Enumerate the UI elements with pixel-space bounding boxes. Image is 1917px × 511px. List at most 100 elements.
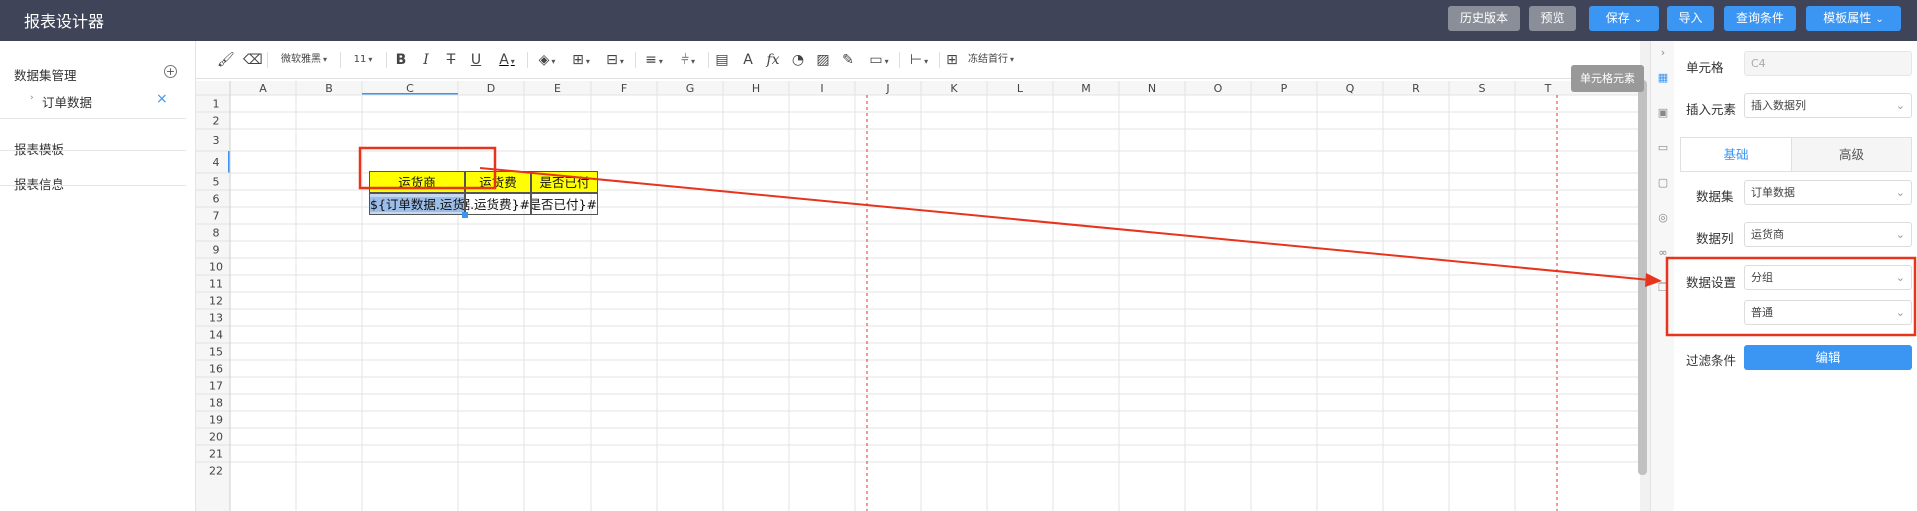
cell-c3[interactable]: 运货商: [369, 171, 465, 193]
cell-grid[interactable]: A B C D E F G H I J K L M N O P Q R S T 1 2 3 4 5 6 7 8 9 10 11 12 13 14 1…: [196, 81, 1640, 511]
dataset-order-data[interactable]: 订单数据: [42, 92, 92, 111]
font-color-icon[interactable]: A ▾: [493, 50, 521, 70]
image-icon[interactable]: ▨: [815, 50, 831, 70]
bold-icon[interactable]: B: [393, 50, 409, 70]
close-icon[interactable]: ×: [156, 91, 168, 107]
row-height-icon[interactable]: ⊢ ▾: [905, 50, 933, 70]
link-icon[interactable]: ∞: [1656, 246, 1670, 260]
row-header-13[interactable]: 13: [209, 312, 223, 325]
row-header-18[interactable]: 18: [209, 397, 223, 410]
database-icon[interactable]: ◎: [1656, 211, 1670, 225]
eraser-icon[interactable]: ⌫: [243, 50, 263, 70]
row-header-12[interactable]: 12: [209, 295, 223, 308]
cell-properties-icon[interactable]: ▦: [1656, 71, 1670, 85]
column-header-G[interactable]: G: [686, 82, 695, 95]
fill-color-icon[interactable]: ◈ ▾: [533, 50, 561, 70]
template-properties-button[interactable]: 模板属性 ⌄: [1806, 6, 1901, 31]
edit-filter-button[interactable]: 编辑: [1744, 345, 1912, 370]
column-header-S[interactable]: S: [1479, 82, 1486, 95]
column-header-I[interactable]: I: [820, 82, 823, 95]
data-setting-mode-select[interactable]: 普通 ⌄: [1744, 300, 1912, 325]
report-info-section[interactable]: 报表信息: [14, 174, 64, 193]
import-button[interactable]: 导入: [1667, 6, 1714, 31]
align-horizontal-icon[interactable]: ≡ ▾: [640, 50, 668, 70]
cell-d3[interactable]: 运货费: [465, 171, 531, 193]
save-template-icon[interactable]: ▣: [1656, 106, 1670, 120]
row-header-14[interactable]: 14: [209, 329, 223, 342]
insert-dataset-icon[interactable]: ▤: [714, 50, 730, 70]
cell-e4[interactable]: #{订单数据.是否已付}: [531, 193, 598, 215]
cell-c4[interactable]: ${订单数据.运货商}: [369, 193, 465, 215]
cell-e3[interactable]: 是否已付: [531, 171, 598, 193]
column-header-E[interactable]: E: [554, 82, 561, 95]
format-painter-icon[interactable]: 🖌: [217, 50, 235, 70]
chart-icon[interactable]: ◔: [790, 50, 806, 70]
freeze-icon[interactable]: ⊞: [944, 50, 960, 70]
font-size-select[interactable]: 11 ▾: [345, 50, 381, 70]
column-header-L[interactable]: L: [1017, 82, 1024, 95]
data-setting-group-select[interactable]: 分组 ⌄: [1744, 265, 1912, 290]
row-header-5[interactable]: 5: [213, 176, 220, 189]
document-edit-icon[interactable]: ▢: [1656, 176, 1670, 190]
row-header-22[interactable]: 22: [209, 465, 223, 478]
preview-button[interactable]: 预览: [1529, 6, 1576, 31]
column-header-M[interactable]: M: [1081, 82, 1091, 95]
row-header-21[interactable]: 21: [209, 448, 223, 461]
merge-cells-icon[interactable]: ⊟ ▾: [601, 50, 629, 70]
row-header-20[interactable]: 20: [209, 431, 223, 444]
row-header-2[interactable]: 2: [213, 115, 220, 128]
column-header-R[interactable]: R: [1412, 82, 1420, 95]
function-icon[interactable]: fx: [765, 50, 781, 70]
column-header-A[interactable]: A: [259, 82, 267, 95]
row-header-1[interactable]: 1: [213, 98, 220, 111]
row-header-3[interactable]: 3: [213, 134, 220, 147]
column-header-N[interactable]: N: [1148, 82, 1156, 95]
column-header-P[interactable]: P: [1281, 82, 1288, 95]
comment-icon[interactable]: ▭ ▾: [865, 50, 893, 70]
brush-icon[interactable]: ✎: [840, 50, 856, 70]
column-header-Q[interactable]: Q: [1346, 82, 1355, 95]
tab-basic[interactable]: 基础: [1681, 138, 1791, 171]
cell-d4[interactable]: #{订单数据.运货费}: [465, 193, 531, 215]
report-templates-section[interactable]: 报表模板: [14, 139, 64, 158]
border-icon[interactable]: ⊞ ▾: [567, 50, 595, 70]
align-vertical-icon[interactable]: ⫩ ▾: [674, 50, 702, 70]
column-header-O[interactable]: O: [1214, 82, 1223, 95]
column-header-T[interactable]: T: [1544, 82, 1552, 95]
row-header-4[interactable]: 4: [213, 156, 220, 169]
row-header-11[interactable]: 11: [209, 278, 223, 291]
vertical-scrollbar[interactable]: [1638, 80, 1647, 475]
row-header-15[interactable]: 15: [209, 346, 223, 359]
dataset-select[interactable]: 订单数据 ⌄: [1744, 180, 1912, 205]
fill-handle[interactable]: [462, 212, 468, 218]
underline-icon[interactable]: U: [468, 50, 484, 70]
add-dataset-icon[interactable]: +: [164, 65, 177, 78]
data-column-select[interactable]: 运货商 ⌄: [1744, 222, 1912, 247]
column-header-B[interactable]: B: [325, 82, 333, 95]
row-header-17[interactable]: 17: [209, 380, 223, 393]
row-header-10[interactable]: 10: [209, 261, 223, 274]
font-family-select[interactable]: 微软雅黑 ▾: [274, 50, 334, 70]
column-header-H[interactable]: H: [752, 82, 760, 95]
row-header-19[interactable]: 19: [209, 414, 223, 427]
row-header-8[interactable]: 8: [213, 227, 220, 240]
strikethrough-icon[interactable]: T: [443, 50, 459, 70]
chevron-right-icon[interactable]: ›: [30, 93, 34, 103]
collapse-arrow-icon[interactable]: ›: [1656, 46, 1670, 60]
text-icon[interactable]: A: [740, 50, 756, 70]
query-conditions-button[interactable]: 查询条件: [1724, 6, 1796, 31]
insert-element-select[interactable]: 插入数据列 ⌄: [1744, 93, 1912, 118]
history-version-button[interactable]: 历史版本: [1448, 6, 1520, 31]
italic-icon[interactable]: I: [418, 50, 434, 70]
column-header-K[interactable]: K: [950, 82, 958, 95]
row-header-16[interactable]: 16: [209, 363, 223, 376]
copy-icon[interactable]: ❐: [1656, 281, 1670, 295]
column-header-D[interactable]: D: [487, 82, 495, 95]
folder-icon[interactable]: ▭: [1656, 141, 1670, 155]
tab-advanced[interactable]: 高级: [1791, 138, 1911, 171]
row-header-9[interactable]: 9: [213, 244, 220, 257]
save-button[interactable]: 保存 ⌄: [1589, 6, 1659, 31]
column-header-F[interactable]: F: [621, 82, 627, 95]
row-header-7[interactable]: 7: [213, 210, 220, 223]
row-header-6[interactable]: 6: [213, 193, 220, 206]
